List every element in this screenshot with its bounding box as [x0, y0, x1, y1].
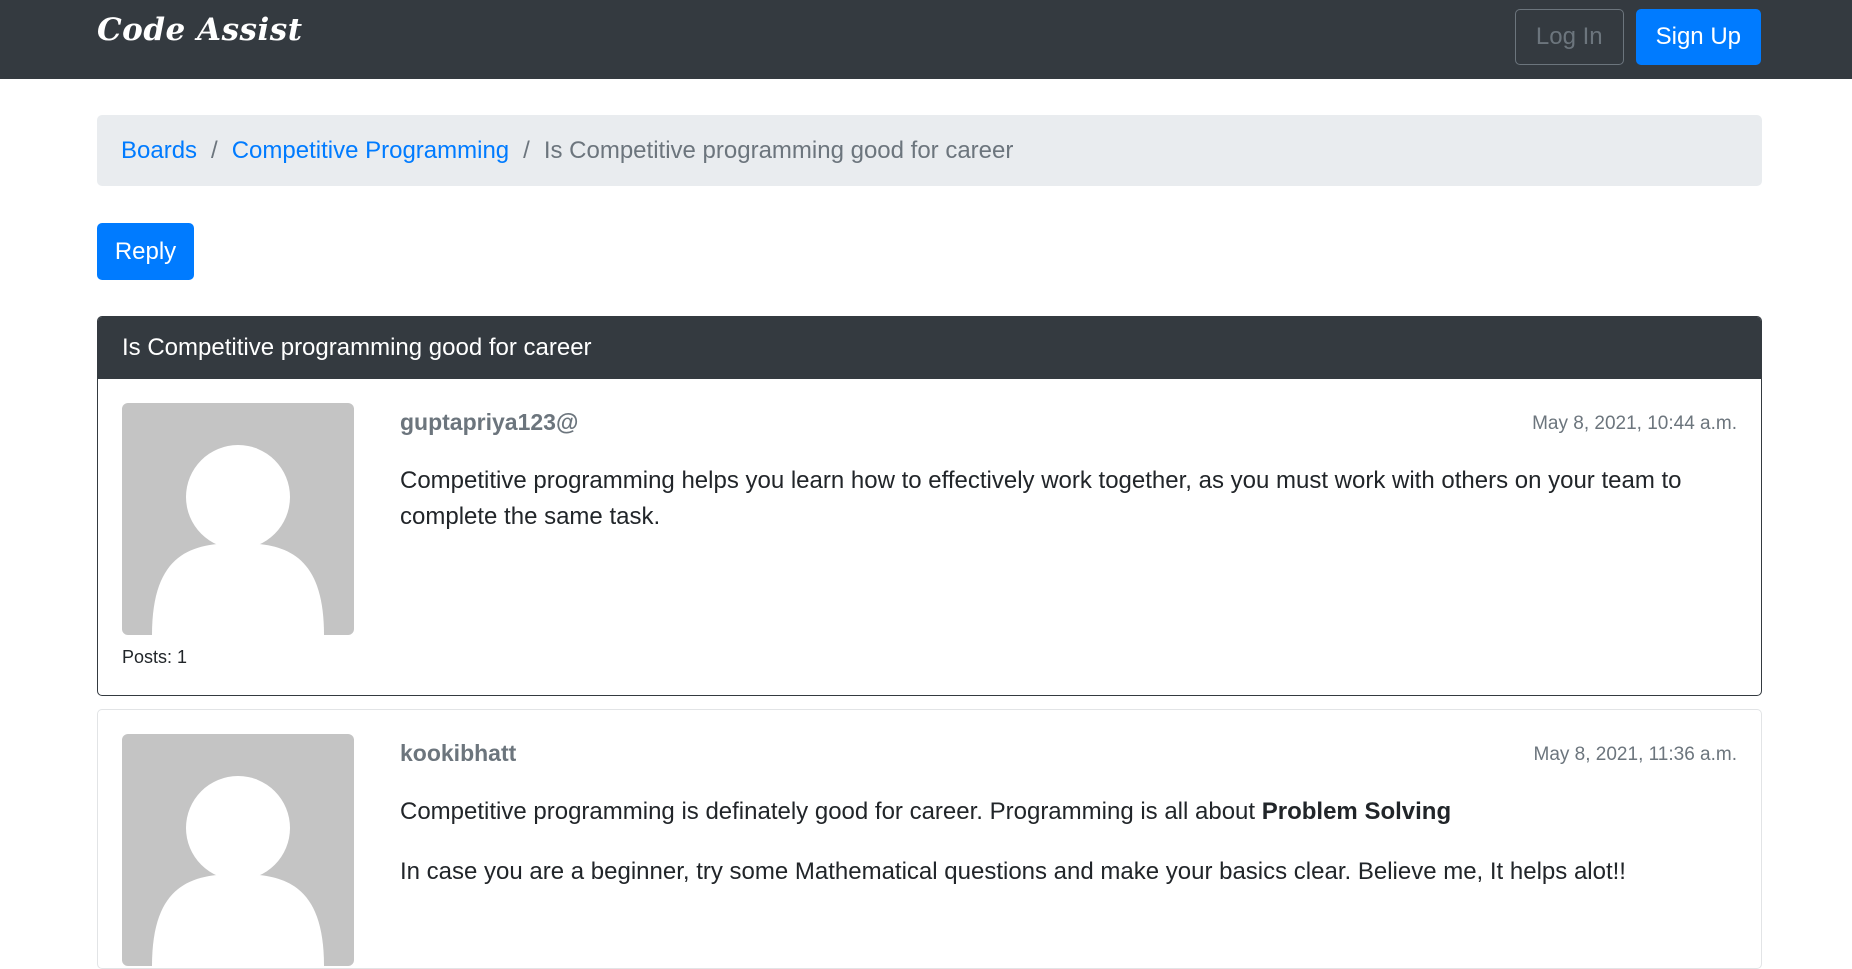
reply-button[interactable]: Reply — [97, 223, 194, 280]
post-message: Competitive programming helps you learn … — [400, 463, 1720, 559]
post-date: May 8, 2021, 10:44 a.m. — [1532, 413, 1737, 434]
auth-buttons: Log In Sign Up — [1514, 9, 1761, 65]
avatar — [122, 403, 354, 635]
post-date: May 8, 2021, 11:36 a.m. — [1533, 744, 1738, 765]
signup-button[interactable]: Sign Up — [1635, 9, 1761, 65]
post-message-bold: Problem Solving — [1261, 798, 1452, 825]
breadcrumb-separator: / — [211, 136, 218, 164]
brand-logo[interactable]: Code Assist — [97, 12, 303, 48]
post-message: Competitive programming is definately go… — [400, 794, 1720, 914]
user-silhouette-icon — [152, 445, 324, 635]
user-silhouette-icon — [152, 776, 324, 966]
topic-title-header: Is Competitive programming good for care… — [98, 317, 1761, 379]
post-count: Posts: 1 — [122, 647, 188, 667]
breadcrumb-separator: / — [523, 136, 530, 164]
post-author: kookibhatt — [400, 740, 517, 766]
post-message-text: Competitive programming is definately go… — [400, 798, 1262, 825]
avatar — [122, 734, 354, 966]
post-message-paragraph: Competitive programming is definately go… — [400, 794, 1720, 830]
breadcrumb-boards-link[interactable]: Boards — [121, 137, 197, 165]
post-author: guptapriya123@ — [400, 409, 579, 435]
post-message-text: Competitive programming helps you learn … — [400, 467, 1682, 530]
breadcrumb-current-topic: Is Competitive programming good for care… — [543, 136, 1014, 164]
post-message-text: In case you are a beginner, try some Mat… — [400, 858, 1626, 885]
post-card: Is Competitive programming good for care… — [97, 316, 1762, 696]
top-navbar: Code Assist Log In Sign Up — [0, 0, 1852, 79]
post-card: kookibhatt May 8, 2021, 11:36 a.m. Compe… — [97, 709, 1762, 969]
breadcrumb-board-link[interactable]: Competitive Programming — [232, 137, 509, 165]
breadcrumb: Boards / Competitive Programming / Is Co… — [97, 115, 1762, 186]
login-button[interactable]: Log In — [1514, 9, 1624, 65]
